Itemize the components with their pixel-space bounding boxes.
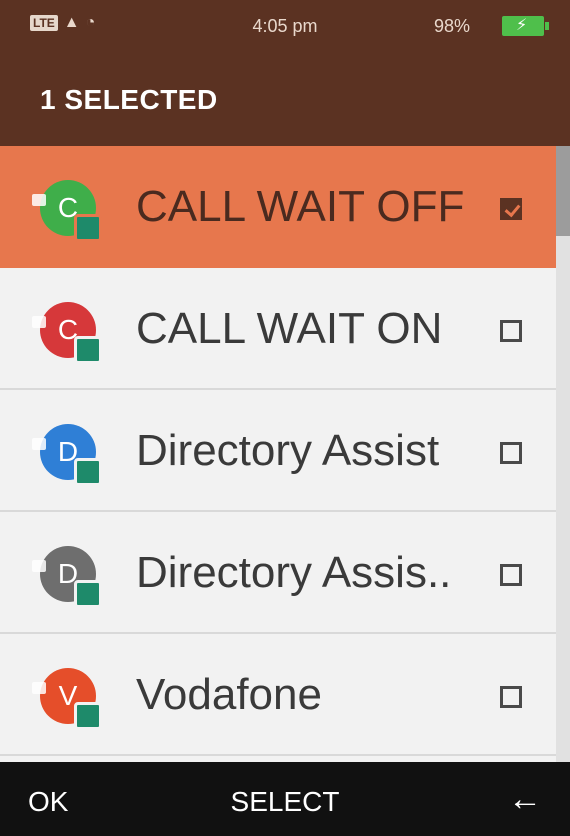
sim-badge-icon bbox=[74, 336, 102, 364]
battery-icon: ⚡ bbox=[502, 16, 549, 36]
sim-badge-icon bbox=[74, 214, 102, 242]
scrollbar-thumb[interactable] bbox=[556, 146, 570, 236]
charging-icon: ⚡ bbox=[516, 17, 528, 34]
select-checkbox[interactable] bbox=[500, 442, 522, 464]
contact-name: Directory Assist bbox=[136, 426, 440, 475]
battery-percentage: 98% bbox=[433, 16, 470, 36]
avatar: V bbox=[32, 668, 102, 730]
contact-name: Vodafone bbox=[136, 670, 322, 719]
scrollbar[interactable] bbox=[556, 146, 570, 762]
lock-icon bbox=[32, 560, 46, 572]
contact-name: CALL WAIT ON bbox=[136, 304, 443, 353]
sim-badge-icon bbox=[74, 702, 102, 730]
sim-badge-icon bbox=[74, 458, 102, 486]
sim-badge-icon bbox=[74, 580, 102, 608]
lock-icon bbox=[32, 438, 46, 450]
avatar: D bbox=[32, 546, 102, 608]
select-checkbox[interactable] bbox=[500, 564, 522, 586]
lock-icon bbox=[32, 194, 46, 206]
lock-icon bbox=[32, 316, 46, 328]
select-checkbox[interactable] bbox=[500, 320, 522, 342]
select-softkey[interactable]: SELECT bbox=[0, 786, 570, 818]
list-item[interactable]: D Directory Assist bbox=[0, 390, 570, 512]
contact-name: Directory Assis.. bbox=[136, 548, 452, 597]
list-item[interactable]: C CALL WAIT ON bbox=[0, 268, 570, 390]
contact-name: CALL WAIT OFF bbox=[136, 182, 465, 231]
avatar: C bbox=[32, 302, 102, 364]
back-arrow-icon[interactable]: ← bbox=[508, 780, 542, 819]
contact-list: C CALL WAIT OFF C CALL WAIT ON D Directo… bbox=[0, 146, 570, 762]
avatar: D bbox=[32, 424, 102, 486]
list-item[interactable]: D Directory Assis.. bbox=[0, 512, 570, 634]
avatar: C bbox=[32, 180, 102, 242]
list-item[interactable]: C CALL WAIT OFF bbox=[0, 146, 570, 268]
page-title: 1 SELECTED bbox=[40, 84, 218, 115]
status-bar: LTE ▲ ◔ 4:05 pm 98% ⚡ bbox=[0, 0, 570, 56]
select-checkbox[interactable] bbox=[500, 198, 522, 220]
select-checkbox[interactable] bbox=[500, 686, 522, 708]
clock: 4:05 pm bbox=[252, 16, 318, 36]
selection-header: 1 SELECTED bbox=[0, 56, 570, 146]
softkey-bar: OK SELECT ← bbox=[0, 762, 570, 836]
list-item[interactable]: V Vodafone bbox=[0, 634, 570, 756]
lock-icon bbox=[32, 682, 46, 694]
